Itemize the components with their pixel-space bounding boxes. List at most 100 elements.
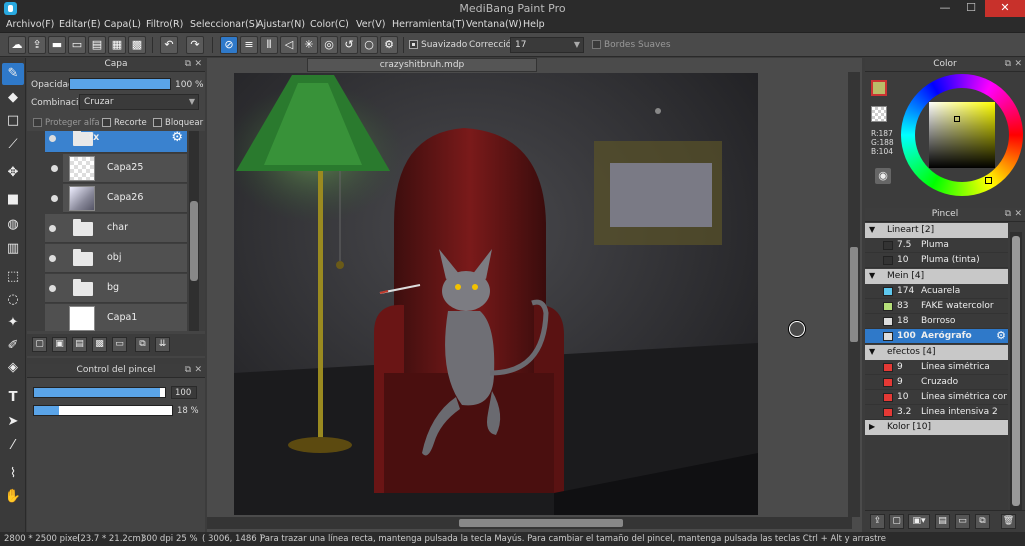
visibility-eye-icon[interactable]: [51, 165, 58, 172]
select-pen-tool[interactable]: ✐: [2, 335, 24, 357]
layer-scrollbar[interactable]: [189, 131, 199, 331]
visibility-eye-icon[interactable]: [49, 255, 56, 262]
snap-curve-button[interactable]: ↺: [340, 36, 358, 54]
brush-cloud-button[interactable]: ⇪: [870, 514, 885, 529]
menu-tool[interactable]: Herramienta(T): [392, 19, 465, 30]
menu-color[interactable]: Color(C): [310, 19, 349, 30]
new-folder-button[interactable]: ▭: [112, 337, 127, 352]
duplicate-layer-button[interactable]: ⧉: [135, 337, 150, 352]
eraser-tool[interactable]: ◆: [2, 87, 24, 109]
canvas-horizontal-scrollbar[interactable]: [207, 517, 852, 529]
menu-filter[interactable]: Filtro(R): [146, 19, 183, 30]
maximize-button[interactable]: ☐: [958, 0, 984, 17]
select-eraser-tool[interactable]: ◈: [2, 357, 24, 379]
color-palette-button[interactable]: ◉: [875, 168, 891, 184]
eyedropper-tool[interactable]: ⌇: [2, 463, 24, 485]
comment-button[interactable]: ▬: [48, 36, 66, 54]
smoothing-checkbox[interactable]: [409, 40, 418, 49]
menu-help[interactable]: Help: [523, 19, 545, 30]
close-button[interactable]: ✕: [985, 0, 1025, 17]
brush-add-menu-button[interactable]: ▣▾: [908, 514, 930, 529]
menu-adjust[interactable]: Ajustar(N): [257, 19, 305, 30]
snap-vertical-button[interactable]: ⦀: [260, 36, 278, 54]
transparent-color-swatch[interactable]: [871, 106, 887, 122]
upload-button[interactable]: ⇪: [28, 36, 46, 54]
brush-size-value[interactable]: 100: [171, 386, 197, 399]
brush-group-efectos[interactable]: ▼ efectos [4]: [865, 345, 1008, 360]
brush-duplicate-button[interactable]: ⧉: [975, 514, 990, 529]
page-list-button[interactable]: ▦: [108, 36, 126, 54]
brush-item[interactable]: 174 Acuarela: [865, 284, 1008, 299]
brush-item[interactable]: 9 Línea simétrica: [865, 360, 1008, 375]
soft-edges-checkbox[interactable]: [592, 40, 601, 49]
magic-wand-tool[interactable]: ✦: [2, 312, 24, 334]
brush-add-button[interactable]: ▢: [889, 514, 904, 529]
layer-row-obj[interactable]: obj: [45, 244, 187, 273]
undock-icon[interactable]: ⧉: [1005, 208, 1011, 221]
new-tone-layer-button[interactable]: ▩: [92, 337, 107, 352]
gear-icon[interactable]: ⚙: [996, 329, 1006, 342]
menu-view[interactable]: Ver(V): [356, 19, 385, 30]
snap-radial-button[interactable]: ✳: [300, 36, 318, 54]
brush-group-lineart[interactable]: ▼ Lineart [2]: [865, 223, 1008, 238]
close-icon[interactable]: ✕: [1014, 208, 1022, 221]
snap-parallel-button[interactable]: ≡: [240, 36, 258, 54]
brush-panel-scrollbar[interactable]: [1010, 232, 1022, 510]
menu-layer[interactable]: Capa(L): [104, 19, 141, 30]
brush-size-slider[interactable]: [33, 387, 166, 398]
layer-row-bg[interactable]: bg: [45, 274, 187, 303]
operation-tool[interactable]: ➤: [2, 411, 24, 433]
merge-layer-button[interactable]: ⇊: [155, 337, 170, 352]
hand-tool[interactable]: ✋: [2, 486, 24, 508]
brush-opacity-slider[interactable]: [33, 405, 173, 416]
layer-row-fx[interactable]: fx ⚙: [45, 131, 187, 153]
artwork-canvas[interactable]: [234, 73, 758, 515]
undo-button[interactable]: ↶: [160, 36, 178, 54]
close-icon[interactable]: ✕: [194, 58, 202, 71]
menu-edit[interactable]: Editar(E): [59, 19, 101, 30]
lasso-tool[interactable]: ◌: [2, 289, 24, 311]
layer-row-capa26[interactable]: Capa26: [51, 184, 187, 213]
undock-icon[interactable]: ⧉: [185, 364, 191, 377]
correction-select[interactable]: 17 ▼: [510, 37, 584, 53]
snap-off-button[interactable]: ⊘: [220, 36, 238, 54]
lock-checkbox[interactable]: [153, 118, 162, 127]
minimize-button[interactable]: —: [932, 0, 958, 17]
dot-tool[interactable]: □: [2, 110, 24, 132]
canvas-vertical-scrollbar[interactable]: [848, 72, 860, 517]
text-tool[interactable]: T: [2, 387, 24, 409]
brush-item[interactable]: 83 FAKE watercolor: [865, 299, 1008, 314]
menu-window[interactable]: Ventana(W): [466, 19, 522, 30]
vertical-scroll-thumb[interactable]: [850, 247, 858, 342]
brush-settings-button[interactable]: ▤: [935, 514, 950, 529]
shape-tool[interactable]: ■: [2, 189, 24, 211]
blend-mode-select[interactable]: Cruzar ▼: [79, 94, 199, 110]
brush-group-mein[interactable]: ▼ Mein [4]: [865, 269, 1008, 284]
layer-row-capa1[interactable]: Capa1: [45, 304, 187, 331]
brush-group-kolor[interactable]: ▶ Kolor [10]: [865, 420, 1008, 435]
menu-select[interactable]: Seleccionar(S): [190, 19, 258, 30]
new-halftone-layer-button[interactable]: ▣: [52, 337, 67, 352]
layer-row-char[interactable]: char: [45, 214, 187, 243]
gradient-tool[interactable]: ▥: [2, 238, 24, 260]
visibility-eye-icon[interactable]: [49, 285, 56, 292]
visibility-eye-icon[interactable]: [49, 135, 56, 142]
undock-icon[interactable]: ⧉: [185, 58, 191, 71]
select-tool[interactable]: ⬚: [2, 266, 24, 288]
layer-scrollbar-thumb[interactable]: [190, 201, 198, 281]
move-tool[interactable]: ✥: [2, 162, 24, 184]
grid-button[interactable]: ▩: [128, 36, 146, 54]
brush-delete-button[interactable]: 🗑: [1001, 514, 1016, 529]
undock-icon[interactable]: ⧉: [1005, 58, 1011, 71]
layer-row-capa25[interactable]: Capa25: [51, 154, 187, 183]
fill-tool[interactable]: ◍: [2, 214, 24, 236]
menu-file[interactable]: Archivo(F): [6, 19, 54, 30]
brush-item[interactable]: 3.2 Línea intensiva 2: [865, 405, 1008, 420]
new-1bit-layer-button[interactable]: ▤: [72, 337, 87, 352]
page-button[interactable]: ▤: [88, 36, 106, 54]
brush-folder-button[interactable]: ▭: [955, 514, 970, 529]
snap-circle-button[interactable]: ○: [360, 36, 378, 54]
chat-button[interactable]: ▭: [68, 36, 86, 54]
brush-item[interactable]: 7.5 Pluma: [865, 238, 1008, 253]
visibility-eye-icon[interactable]: [51, 195, 58, 202]
